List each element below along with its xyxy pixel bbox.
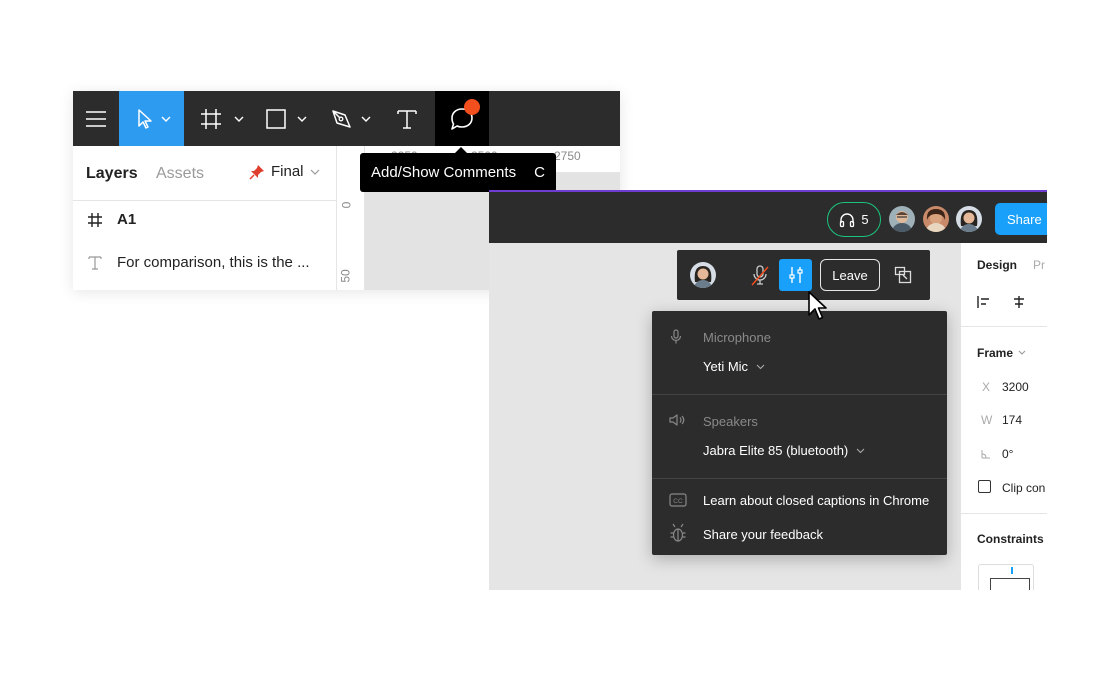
tooltip: Add/Show Comments C — [360, 153, 556, 192]
tooltip-shortcut: C — [534, 164, 545, 181]
tab-design[interactable]: Design — [977, 258, 1017, 272]
design-panel: Design Pr Frame X 3200 W 174 0° Clip con… — [960, 243, 1047, 590]
frame-label: Frame — [977, 346, 1014, 360]
chevron-down-icon — [856, 448, 865, 453]
divider — [652, 478, 947, 479]
headphones-icon — [840, 212, 855, 227]
clip-content-label: Clip con — [1002, 481, 1046, 495]
corner-radius-icon — [981, 450, 990, 459]
ruler-tick: 0 — [339, 201, 354, 209]
rotation-input[interactable]: 0° — [1002, 447, 1013, 461]
layer-row-text[interactable]: For comparison, this is the ... — [87, 254, 310, 271]
audio-settings-button[interactable] — [779, 259, 812, 291]
clip-content-checkbox[interactable] — [978, 480, 991, 493]
avatar — [690, 262, 716, 288]
leave-button[interactable]: Leave — [820, 259, 880, 291]
toolbar — [73, 91, 620, 146]
move-tool-icon — [137, 108, 170, 129]
chevron-down-icon — [1018, 350, 1026, 355]
x-label: X — [982, 380, 991, 394]
page-name: Final — [271, 163, 304, 180]
mouse-cursor-icon — [808, 291, 827, 320]
top-bar: 5 Share — [489, 190, 1047, 243]
divider — [652, 394, 947, 395]
speakers-label: Speakers — [703, 414, 758, 429]
audio-controls-bar: Leave — [677, 250, 930, 300]
move-tool-button[interactable] — [119, 91, 184, 146]
speaker-icon — [669, 414, 685, 426]
listener-count: 5 — [861, 212, 869, 227]
notification-dot — [464, 99, 480, 115]
feedback-link[interactable]: Share your feedback — [703, 527, 823, 542]
divider — [73, 200, 337, 201]
sliders-icon — [788, 267, 803, 283]
hamburger-icon — [86, 110, 106, 127]
microphone-select[interactable]: Yeti Mic — [703, 359, 765, 374]
chevron-down-icon — [756, 364, 765, 369]
frame-icon — [88, 212, 102, 227]
x-input[interactable]: 3200 — [1002, 380, 1029, 394]
main-menu-button[interactable] — [73, 91, 119, 146]
layer-name: A1 — [117, 211, 137, 228]
pen-tool-button[interactable] — [325, 91, 380, 146]
tooltip-label: Add/Show Comments — [371, 164, 517, 181]
speakers-value: Jabra Elite 85 (bluetooth) — [703, 443, 849, 458]
microphone-value: Yeti Mic — [703, 359, 749, 374]
closed-captions-link[interactable]: Learn about closed captions in Chrome — [703, 493, 929, 508]
frame-dropdown[interactable]: Frame — [977, 346, 1026, 360]
svg-text:CC: CC — [673, 498, 683, 505]
share-button[interactable]: Share — [995, 203, 1047, 235]
constraint-box — [990, 578, 1030, 590]
text-icon — [396, 109, 417, 129]
ruler-tick: 2750 — [554, 149, 581, 163]
avatar[interactable] — [923, 206, 949, 232]
text-tool-button[interactable] — [384, 91, 429, 146]
divider — [961, 513, 1047, 514]
divider — [961, 326, 1047, 327]
ruler-tick: 50 — [338, 269, 353, 283]
align-center-icon[interactable] — [1012, 295, 1026, 309]
frame-tool-icon — [200, 108, 243, 129]
avatar[interactable] — [956, 206, 982, 232]
align-right-icon[interactable] — [1045, 295, 1047, 309]
tab-layers[interactable]: Layers — [86, 165, 138, 183]
shape-tool-button[interactable] — [260, 91, 315, 146]
layer-row-frame[interactable]: A1 — [87, 211, 136, 228]
pen-icon — [331, 109, 370, 128]
speakers-select[interactable]: Jabra Elite 85 (bluetooth) — [703, 443, 865, 458]
page-selector[interactable]: Final — [249, 163, 320, 180]
w-label: W — [981, 413, 993, 427]
constraint-top[interactable] — [1011, 567, 1013, 574]
constraints-label: Constraints — [977, 532, 1044, 546]
tab-prototype[interactable]: Pr — [1033, 258, 1045, 272]
closed-captions-icon: CC — [669, 493, 687, 507]
audio-session-indicator[interactable]: 5 — [827, 202, 881, 237]
bug-icon — [670, 523, 686, 542]
text-icon — [88, 255, 102, 270]
w-input[interactable]: 174 — [1002, 413, 1022, 427]
microphone-label: Microphone — [703, 330, 771, 345]
rectangle-icon — [265, 108, 306, 129]
comment-tool-button[interactable] — [435, 91, 489, 146]
pin-icon — [249, 164, 264, 180]
chevron-down-icon — [310, 169, 319, 175]
microphone-muted-icon[interactable] — [750, 265, 770, 287]
expand-icon[interactable] — [894, 266, 912, 284]
frame-tool-button[interactable] — [195, 91, 250, 146]
layer-name: For comparison, this is the ... — [117, 254, 310, 271]
audio-session-window: 5 Share Design Pr Frame X 3200 W 174 0° … — [489, 190, 1047, 590]
avatar[interactable] — [889, 206, 915, 232]
audio-settings-menu: Microphone Yeti Mic Speakers Jabra Elite… — [652, 311, 947, 555]
microphone-icon — [670, 329, 682, 344]
align-left-icon[interactable] — [977, 295, 991, 309]
tab-assets[interactable]: Assets — [156, 165, 204, 183]
constraints-widget[interactable] — [978, 564, 1034, 590]
